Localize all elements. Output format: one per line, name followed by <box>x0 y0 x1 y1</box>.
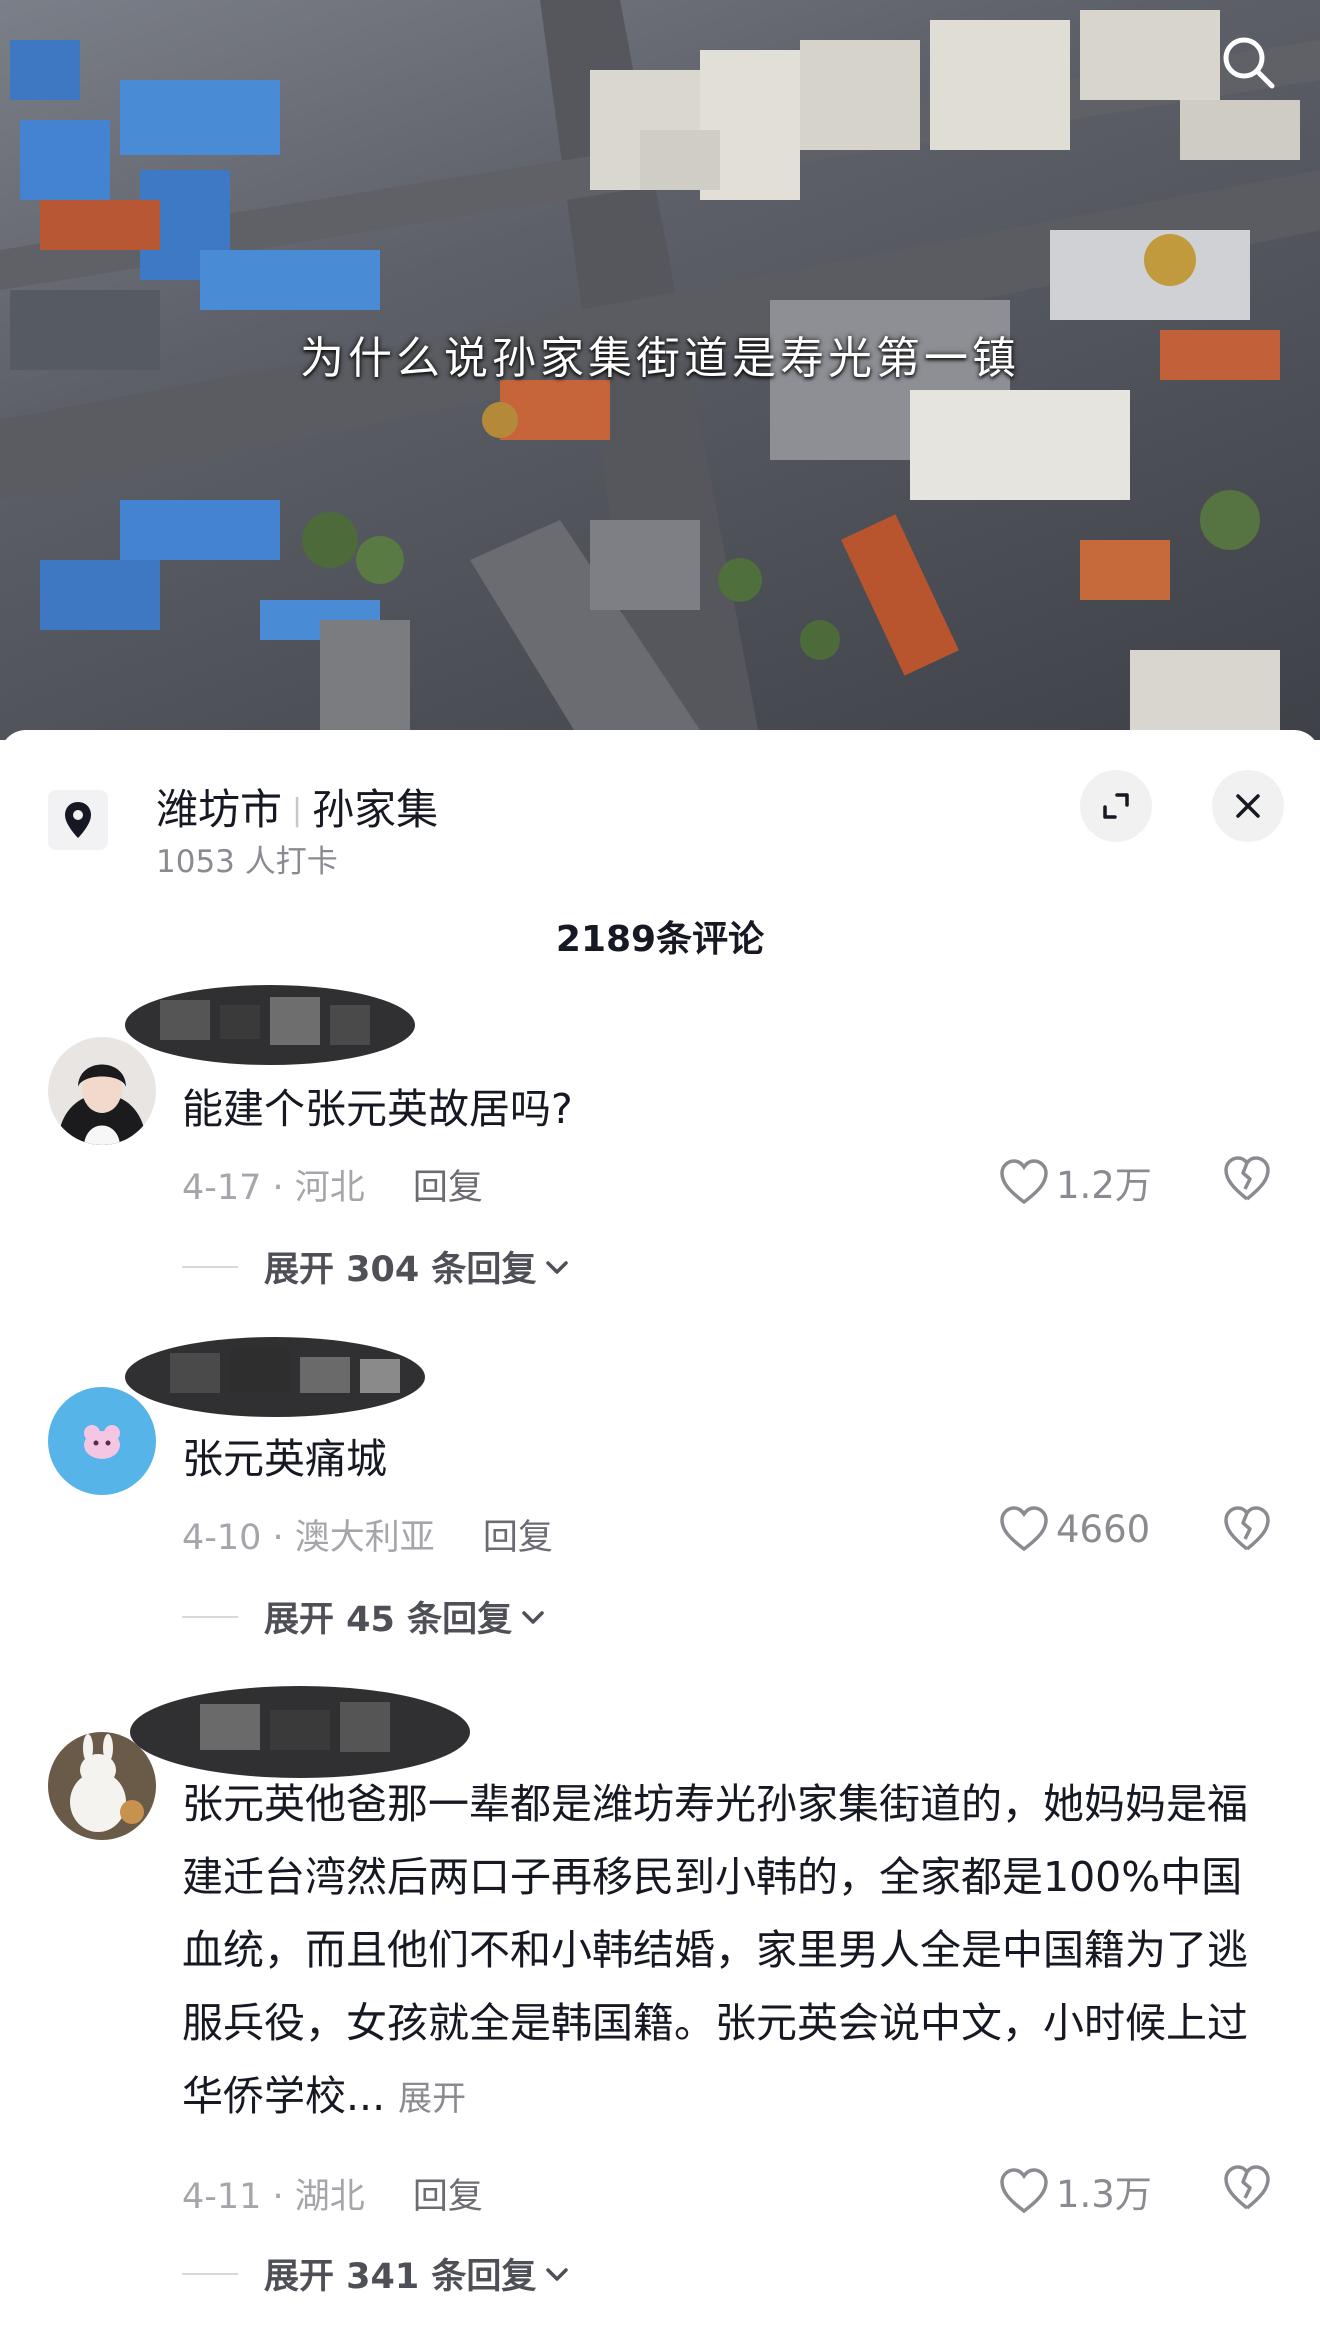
search-button[interactable] <box>1216 30 1280 94</box>
expand-replies-button[interactable]: 展开 341 条回复 <box>182 2248 570 2299</box>
divider-line <box>182 1265 238 1268</box>
comment-meta: 4-17 · 河北 回复 <box>182 1159 483 1210</box>
broken-heart-icon <box>1224 1156 1270 1201</box>
reply-button[interactable]: 回复 <box>413 1168 483 1208</box>
heart-icon <box>1000 1506 1048 1552</box>
user-avatar-image <box>48 1387 156 1495</box>
video-subtitle: 为什么说孙家集街道是寿光第一镇 <box>300 333 1020 384</box>
avatar[interactable] <box>48 1387 156 1495</box>
dislike-button[interactable] <box>1222 1155 1272 1207</box>
reply-button[interactable]: 回复 <box>413 2177 483 2217</box>
user-avatar-image <box>48 1037 156 1145</box>
like-count: 4660 <box>1056 1507 1151 1551</box>
heart-icon <box>1000 1159 1048 1205</box>
location-title[interactable]: 潍坊市 | 孙家集 <box>156 776 438 837</box>
expand-replies-button[interactable]: 展开 304 条回复 <box>182 1241 570 1292</box>
expand-replies-label: 展开 341 条回复 <box>264 2257 537 2297</box>
dislike-button[interactable] <box>1222 1505 1272 1557</box>
avatar[interactable] <box>48 1037 156 1145</box>
comment-meta: 4-10 · 澳大利亚 回复 <box>182 1509 553 1560</box>
comment-item: 张元英痛城 4-10 · 澳大利亚 回复 4660 展开 45 条回复 <box>0 1325 1320 1665</box>
comment-text: 张元英痛城 <box>182 1435 387 1483</box>
expand-replies-button[interactable]: 展开 45 条回复 <box>182 1591 546 1642</box>
search-icon <box>1223 37 1275 89</box>
expand-replies-label: 展开 45 条回复 <box>264 1600 513 1640</box>
comment-text-body: 张元英他爸那一辈都是潍坊寿光孙家集街道的，她妈妈是福建迁台湾然后两口子再移民到小… <box>182 1780 1248 2120</box>
like-button[interactable]: 1.2万 <box>998 1155 1152 1209</box>
like-count: 1.2万 <box>1056 1164 1152 1207</box>
comment-date-location: 4-17 · 河北 <box>182 1168 365 1208</box>
expand-icon <box>1103 793 1129 819</box>
location-checkins: 1053 人打卡 <box>156 844 338 880</box>
broken-heart-icon <box>1224 2165 1270 2210</box>
like-count: 1.3万 <box>1056 2173 1152 2216</box>
reply-button[interactable]: 回复 <box>483 1518 553 1558</box>
divider-line <box>182 2272 238 2275</box>
user-avatar-image <box>48 1732 156 1840</box>
comment-date-location: 4-10 · 澳大利亚 <box>182 1518 435 1558</box>
video-player[interactable]: 为什么说孙家集街道是寿光第一镇 <box>0 0 1320 740</box>
expand-replies-label: 展开 304 条回复 <box>264 1250 537 1290</box>
avatar[interactable] <box>48 1732 156 1840</box>
location-place: 孙家集 <box>312 785 439 834</box>
close-icon <box>1236 794 1260 818</box>
location-card[interactable] <box>48 790 108 850</box>
comment-meta: 4-11 · 湖北 回复 <box>182 2168 483 2219</box>
comment-item: 张元英他爸那一辈都是潍坊寿光孙家集街道的，她妈妈是福建迁台湾然后两口子再移民到小… <box>0 1668 1320 2308</box>
broken-heart-icon <box>1224 1506 1270 1551</box>
comment-text: 张元英他爸那一辈都是潍坊寿光孙家集街道的，她妈妈是福建迁台湾然后两口子再移民到小… <box>182 1768 1282 2136</box>
heart-icon <box>1000 2168 1048 2214</box>
blurred-username <box>125 985 415 1065</box>
expand-button[interactable] <box>1080 770 1152 842</box>
like-button[interactable]: 4660 <box>998 1505 1150 1553</box>
comment-date-location: 4-11 · 湖北 <box>182 2177 365 2217</box>
divider-line <box>182 1615 238 1618</box>
chevron-down-icon <box>522 1610 544 1624</box>
comments-count: 2189条评论 <box>555 919 765 960</box>
close-button[interactable] <box>1212 770 1284 842</box>
show-more-button[interactable]: 展开 <box>398 2079 466 2119</box>
chevron-down-icon <box>546 1260 569 1274</box>
location-separator: | <box>292 793 303 828</box>
location-city: 潍坊市 <box>156 785 283 834</box>
chevron-down-icon <box>546 2267 569 2281</box>
comment-text: 能建个张元英故居吗? <box>182 1085 573 1133</box>
location-pin-icon <box>65 802 91 838</box>
like-button[interactable]: 1.3万 <box>998 2164 1152 2218</box>
comment-item: 能建个张元英故居吗? 4-17 · 河北 回复 1.2万 展开 304 条回复 <box>0 975 1320 1315</box>
blurred-username <box>125 1337 425 1417</box>
dislike-button[interactable] <box>1222 2164 1272 2216</box>
